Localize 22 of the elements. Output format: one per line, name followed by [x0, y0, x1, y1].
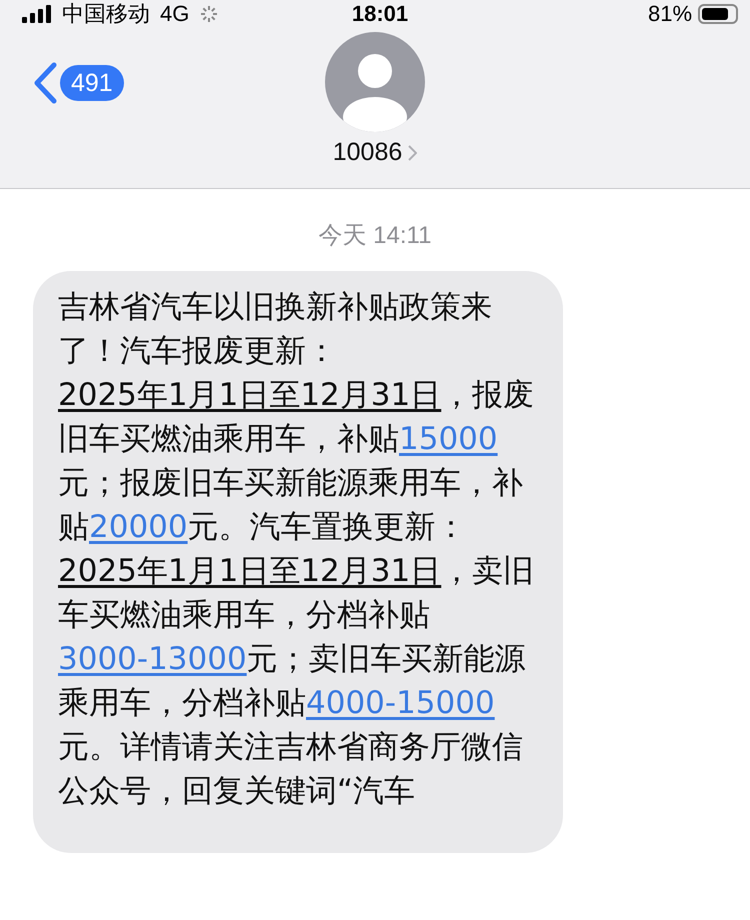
signal-icon: [22, 5, 52, 23]
carrier-name: 中国移动: [62, 0, 150, 28]
date-link[interactable]: 2025年1月1日至12月31日: [58, 377, 442, 413]
message-timestamp: 今天 14:11: [318, 221, 432, 251]
number-link[interactable]: 4000-15000: [306, 685, 495, 721]
contact-name: 10086: [332, 138, 402, 167]
clock-time: 18:01: [352, 0, 408, 28]
number-link[interactable]: 15000: [399, 421, 498, 457]
avatar-icon: [325, 32, 425, 132]
contact-button[interactable]: 10086: [295, 32, 455, 167]
chevron-left-icon: [32, 62, 58, 104]
message-text: 吉林省汽车以旧换新补贴政策来了！汽车报废更新： 2025年1月1日至12月31日，报废旧车买燃油乘用车，补贴15000 元；报废旧车买新能源乘用车，补贴20000元。汽车置换更新： 2025年1月1日至12月31日，卖旧车买燃油乘用车，分档补贴 3000-13000元；卖旧车买新能源乘用车，分档补贴4000-15000 元。详情请关注吉林省商务厅微信公众号，回复关键词“汽车: [58, 288, 536, 811]
network-type: 4G: [160, 0, 190, 28]
number-link[interactable]: 3000-13000: [58, 641, 247, 677]
chevron-right-icon: [408, 144, 418, 160]
unread-count: 491: [60, 65, 124, 101]
number-link[interactable]: 20000: [89, 509, 188, 545]
loading-icon: [199, 4, 220, 24]
back-button[interactable]: 491: [32, 62, 124, 104]
battery-icon: [698, 4, 738, 24]
date-link[interactable]: 2025年1月1日至12月31日: [58, 553, 442, 589]
battery-percent: 81%: [648, 0, 692, 28]
